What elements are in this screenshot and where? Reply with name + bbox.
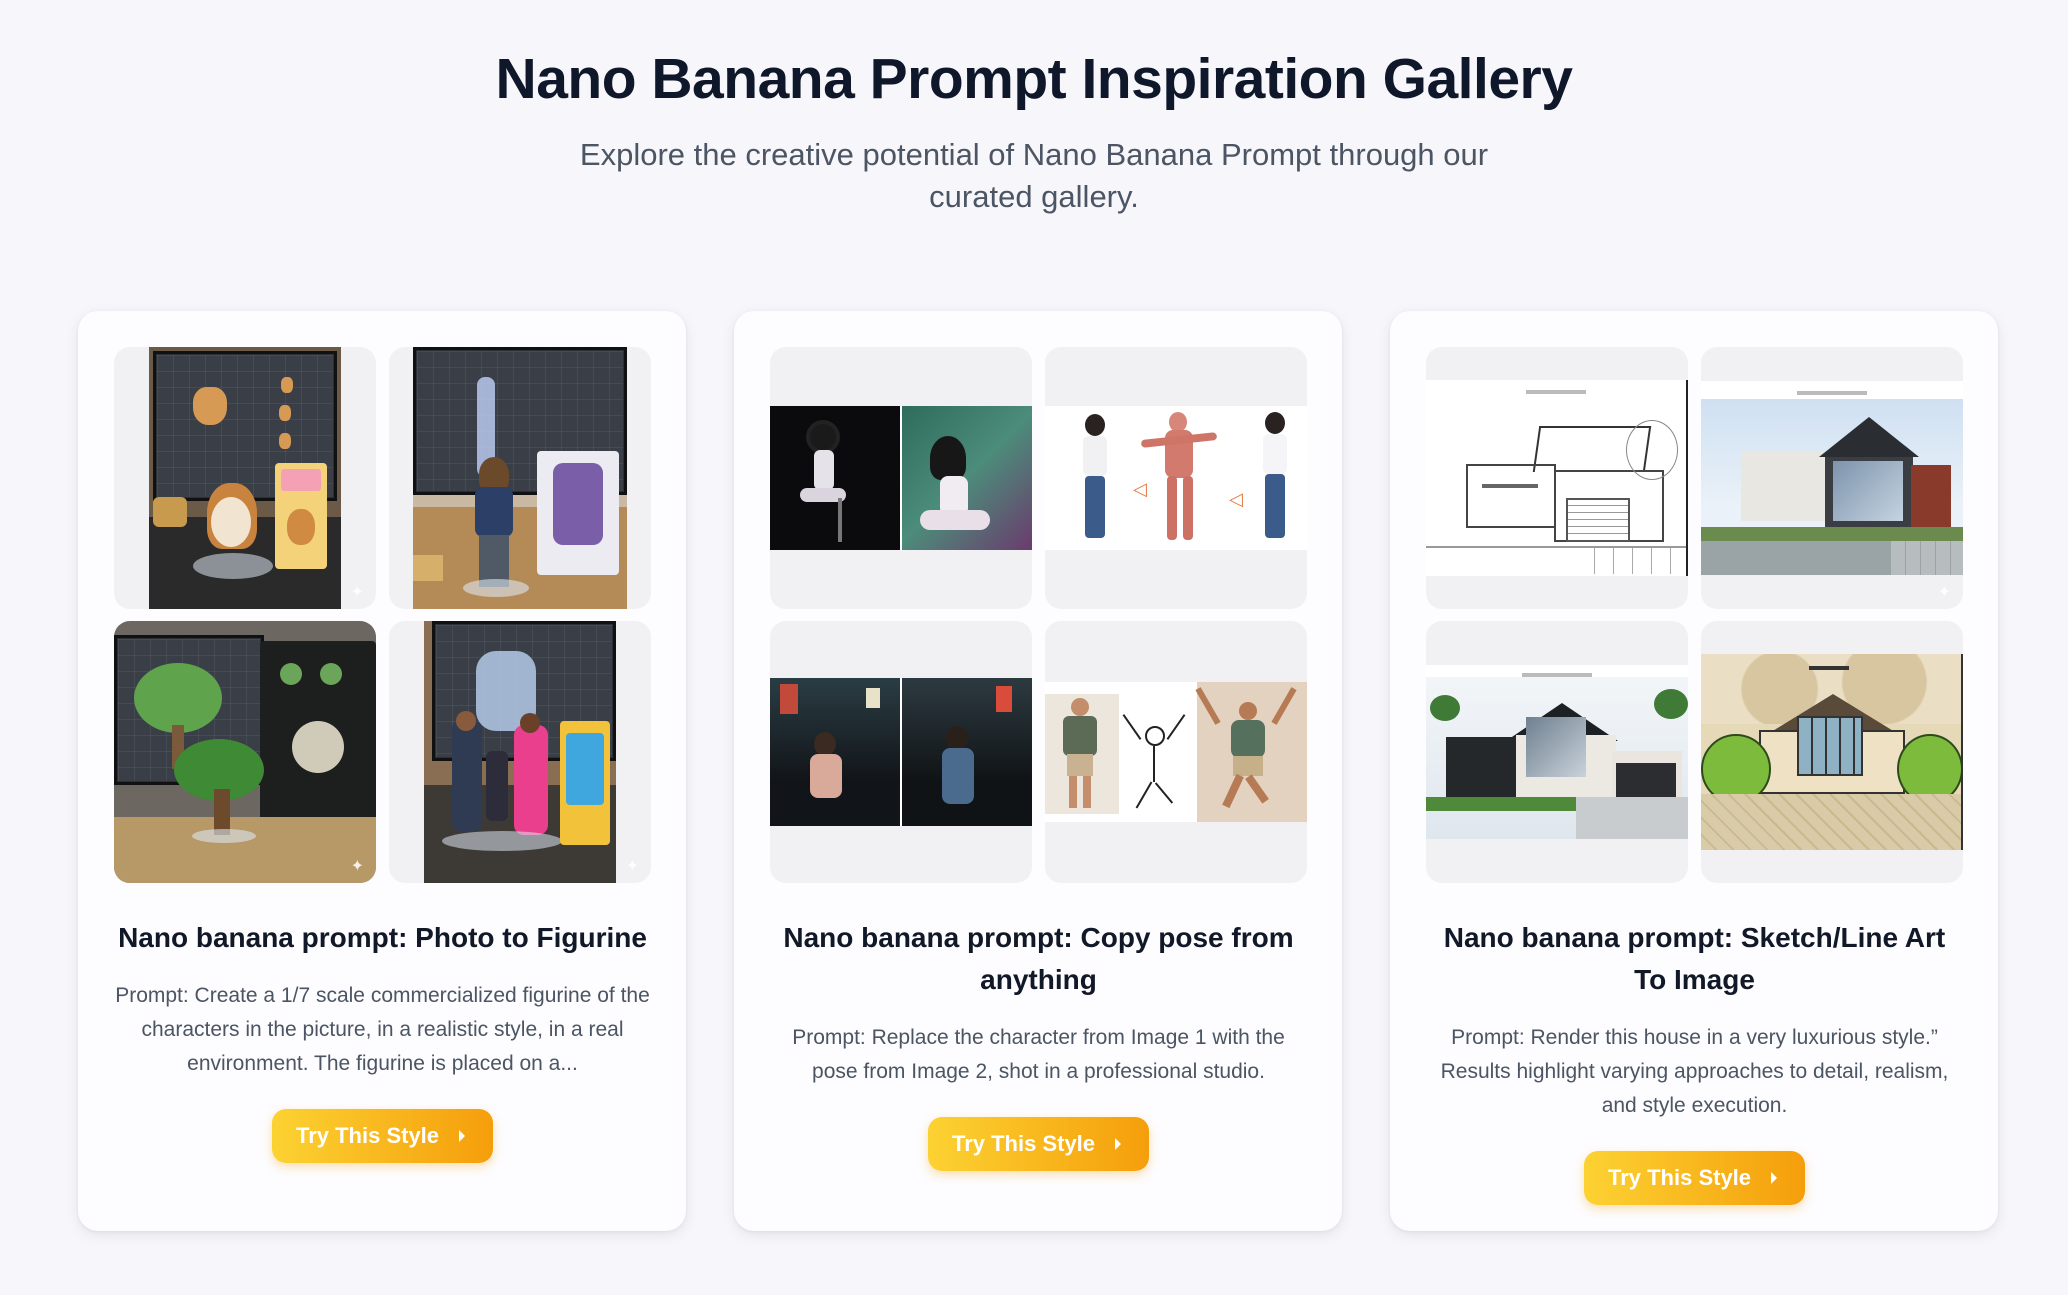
button-label: Try This Style [295, 1123, 440, 1148]
gallery-page: Nano Banana Prompt Inspiration Gallery E… [0, 0, 2068, 1295]
image-grid: ✦ [1426, 347, 1963, 883]
try-this-style-button[interactable]: Try This Style [1583, 1151, 1806, 1205]
card-description: Prompt: Replace the character from Image… [792, 1026, 1285, 1083]
gallery-card-copy-pose: ◁ ◁ Nano banana prompt: Copy pose from a… [734, 311, 1342, 1231]
sparkle-icon: ✦ [1937, 584, 1951, 601]
sparkle-icon: ✦ [350, 584, 364, 601]
sparkle-icon: ✦ [350, 858, 364, 875]
example-image-mannequin-pose[interactable]: ◁ ◁ [1045, 347, 1307, 609]
chevron-right-icon [1115, 1138, 1122, 1150]
example-image-tree-figurine[interactable]: ✦ [114, 621, 376, 883]
example-image-woman-figurine[interactable] [389, 347, 651, 609]
button-label: Try This Style [1607, 1165, 1752, 1190]
card-title: Nano banana prompt: Photo to Figurine [118, 922, 647, 953]
try-this-style-button[interactable]: Try This Style [927, 1117, 1150, 1171]
example-image-street-pose[interactable] [770, 621, 1032, 883]
page-title: Nano Banana Prompt Inspiration Gallery [495, 47, 1573, 111]
gallery-cards: ✦ ✦ ✦ Nano banana prompt: Photo to Figur… [78, 311, 1998, 1231]
image-grid: ◁ ◁ [770, 347, 1307, 883]
gallery-card-figurine: ✦ ✦ ✦ Nano banana prompt: Photo to Figur… [78, 311, 686, 1231]
example-image-jump-pose[interactable] [1045, 621, 1307, 883]
sparkle-icon: ✦ [625, 858, 639, 875]
card-description: Prompt: Render this house in a very luxu… [1440, 1026, 1949, 1117]
image-grid: ✦ [114, 347, 651, 883]
button-label: Try This Style [951, 1131, 1096, 1156]
example-image-corgi-figurine[interactable]: ✦ [114, 347, 376, 609]
example-image-family-figurine[interactable]: ✦ [389, 621, 651, 883]
gallery-card-sketch-to-image: ✦ Nano banana prompt: Sketch/Line Art To… [1390, 311, 1998, 1231]
try-this-style-button[interactable]: Try This Style [271, 1109, 494, 1163]
example-image-house-render-2[interactable] [1426, 621, 1688, 883]
card-description: Prompt: Create a 1/7 scale commercialize… [115, 984, 650, 1075]
card-title: Nano banana prompt: Sketch/Line Art To I… [1443, 922, 1946, 995]
gallery-header: Nano Banana Prompt Inspiration Gallery E… [0, 0, 2068, 218]
chevron-right-icon [1771, 1172, 1778, 1184]
example-image-house-comic[interactable] [1701, 621, 1963, 883]
page-subtitle: Explore the creative potential of Nano B… [579, 137, 1489, 214]
card-title: Nano banana prompt: Copy pose from anyth… [783, 922, 1294, 995]
example-image-house-sketch[interactable] [1426, 347, 1688, 609]
example-image-house-render[interactable]: ✦ [1701, 347, 1963, 609]
chevron-right-icon [459, 1130, 466, 1142]
example-image-anime-pose[interactable] [770, 347, 1032, 609]
